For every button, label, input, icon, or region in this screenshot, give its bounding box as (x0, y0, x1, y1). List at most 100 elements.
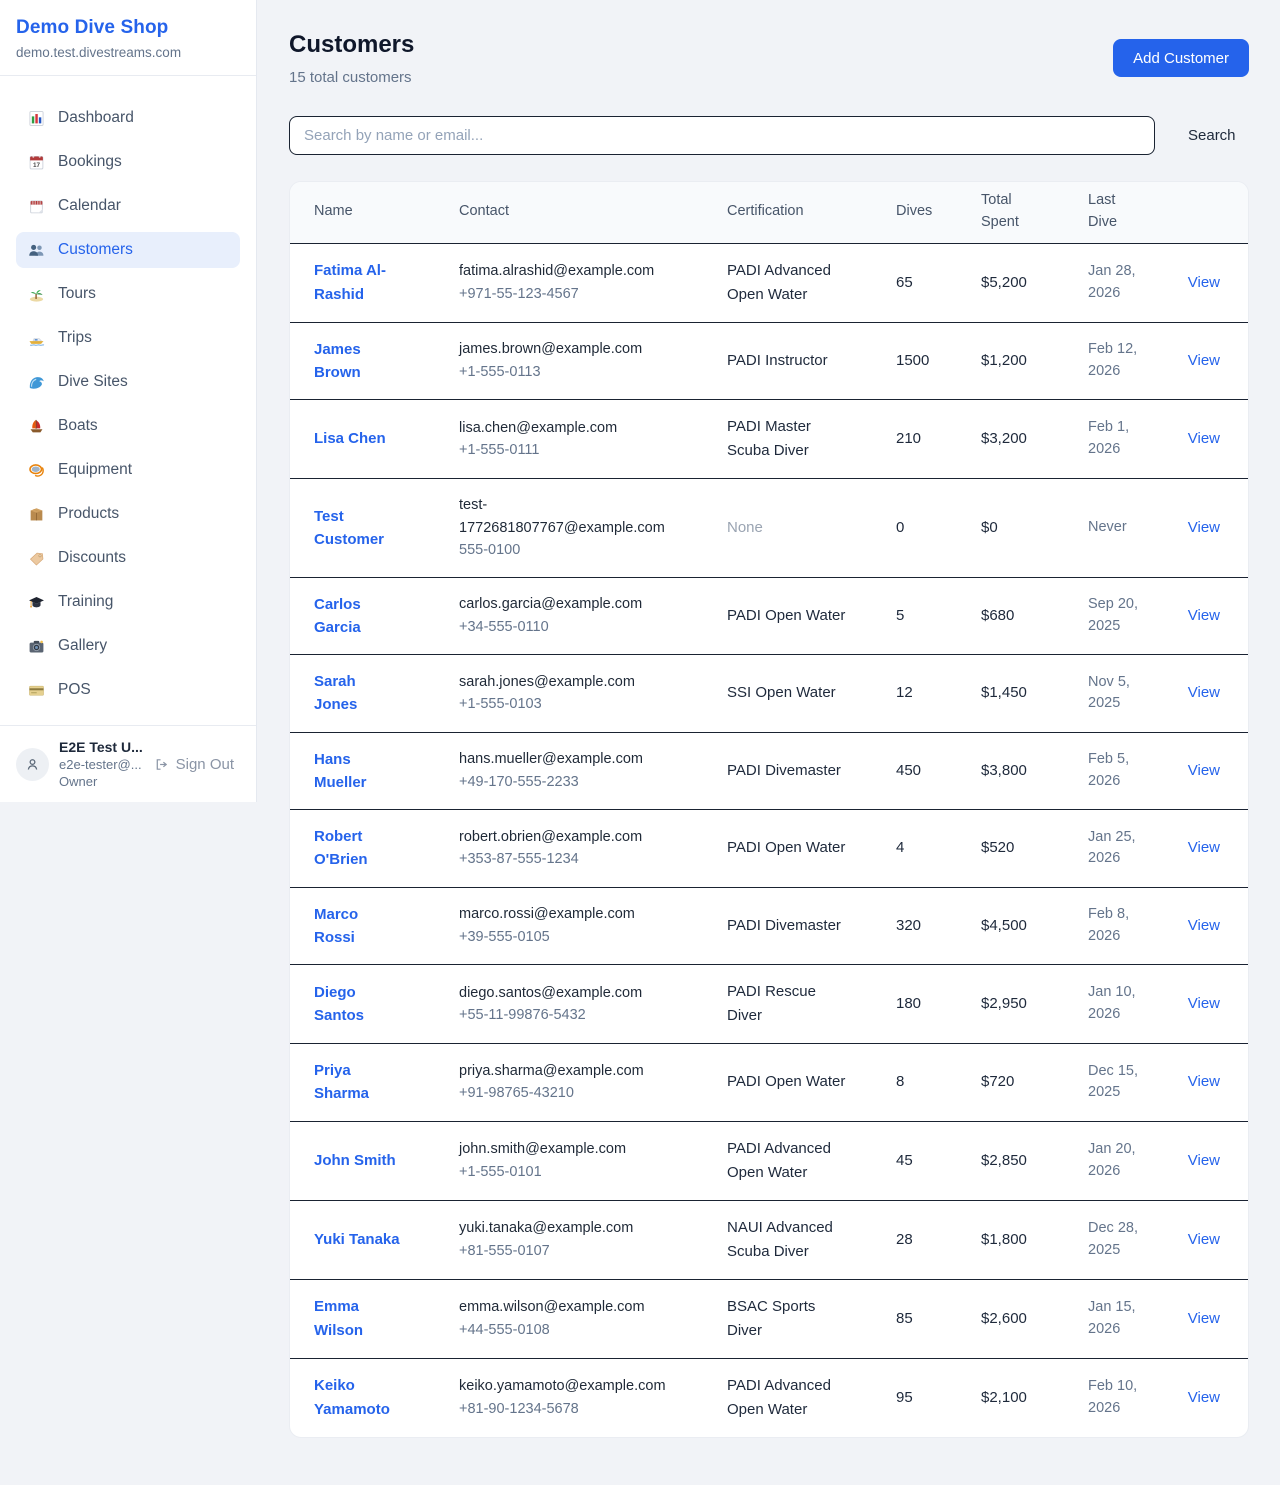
view-customer-link[interactable]: View (1188, 519, 1220, 536)
view-customer-link[interactable]: View (1188, 607, 1220, 624)
view-customer-link[interactable]: View (1188, 995, 1220, 1012)
sidebar-item-label: Products (58, 505, 119, 523)
sidebar-item-label: Training (58, 593, 113, 611)
table-header-row: Name Contact Certification Dives Total S… (290, 182, 1248, 244)
camera-icon (28, 638, 45, 655)
customer-name-link[interactable]: Yuki Tanaka (314, 1228, 400, 1251)
sidebar-item-label: Calendar (58, 197, 121, 215)
customer-name-link[interactable]: Keiko Yamamoto (314, 1374, 402, 1421)
sidebar-item-discounts[interactable]: Discounts (16, 540, 240, 576)
sidebar-item-label: Dashboard (58, 109, 134, 127)
customer-name-link[interactable]: Lisa Chen (314, 427, 386, 450)
user-name: E2E Test U... (59, 739, 138, 755)
table-row: Robert O'Brien robert.obrien@example.com… (290, 810, 1248, 888)
view-customer-link[interactable]: View (1188, 352, 1220, 369)
bookings-calendar-icon: 17 (28, 154, 45, 171)
sidebar-item-gallery[interactable]: Gallery (16, 628, 240, 664)
page-subtitle: 15 total customers (289, 69, 414, 86)
tag-icon (28, 550, 45, 567)
sidebar-item-label: Discounts (58, 549, 126, 567)
customer-certification: PADI Divemaster (727, 914, 841, 938)
sign-out-button[interactable]: Sign Out (148, 755, 240, 774)
customer-dives: 45 (896, 1152, 913, 1169)
customer-last-dive: Dec 15, 2025 (1088, 1061, 1148, 1105)
customer-dives: 210 (896, 430, 921, 447)
sidebar-item-tours[interactable]: Tours (16, 276, 240, 312)
customer-certification: PADI Open Water (727, 836, 845, 860)
customer-dives: 12 (896, 684, 913, 701)
customer-email: robert.obrien@example.com (459, 826, 667, 848)
sidebar-item-label: Bookings (58, 153, 122, 171)
customer-last-dive: Nov 5, 2025 (1088, 672, 1148, 716)
customer-name-link[interactable]: Test Customer (314, 505, 402, 552)
search-button[interactable]: Search (1182, 126, 1242, 145)
customer-name-link[interactable]: Robert O'Brien (314, 825, 402, 872)
customer-email: fatima.alrashid@example.com (459, 260, 667, 282)
view-customer-link[interactable]: View (1188, 684, 1220, 701)
sidebar-item-trips[interactable]: Trips (16, 320, 240, 356)
sidebar-item-label: Gallery (58, 637, 107, 655)
customer-name-link[interactable]: Fatima Al-Rashid (314, 259, 402, 306)
view-customer-link[interactable]: View (1188, 839, 1220, 856)
sidebar-item-dashboard[interactable]: Dashboard (16, 100, 240, 136)
customer-name-link[interactable]: Priya Sharma (314, 1059, 402, 1106)
customer-name-link[interactable]: Emma Wilson (314, 1295, 402, 1342)
customer-last-dive: Jan 15, 2026 (1088, 1297, 1148, 1341)
search-input[interactable] (289, 116, 1155, 155)
customer-name-link[interactable]: Hans Mueller (314, 748, 402, 795)
sidebar-item-dive-sites[interactable]: Dive Sites (16, 364, 240, 400)
user-email: e2e-tester@... (59, 757, 138, 772)
app-layout: Demo Dive Shop demo.test.divestreams.com… (0, 0, 1280, 1470)
wave-icon (28, 374, 45, 391)
customer-name-link[interactable]: Marco Rossi (314, 903, 402, 950)
view-customer-link[interactable]: View (1188, 917, 1220, 934)
sign-out-icon (154, 757, 169, 772)
people-icon (28, 242, 45, 259)
customer-name-link[interactable]: Diego Santos (314, 981, 402, 1028)
customer-name-link[interactable]: Sarah Jones (314, 670, 402, 717)
customer-dives: 8 (896, 1073, 904, 1090)
motorboat-icon (28, 330, 45, 347)
calendar-pad-icon (28, 198, 45, 215)
view-customer-link[interactable]: View (1188, 1231, 1220, 1248)
customers-table: Name Contact Certification Dives Total S… (289, 181, 1249, 1438)
column-header-total-spent: Total Spent (981, 190, 1088, 234)
customer-name-link[interactable]: Carlos Garcia (314, 593, 402, 640)
table-row: Emma Wilson emma.wilson@example.com +44-… (290, 1280, 1248, 1359)
customer-name-link[interactable]: John Smith (314, 1149, 396, 1172)
sidebar-item-bookings[interactable]: 17 Bookings (16, 144, 240, 180)
customer-total-spent: $2,850 (981, 1152, 1027, 1169)
customer-name-link[interactable]: James Brown (314, 338, 402, 385)
customer-phone: +39-555-0105 (459, 929, 550, 945)
add-customer-button[interactable]: Add Customer (1113, 39, 1249, 77)
sidebar-item-training[interactable]: Training (16, 584, 240, 620)
user-panel: E2E Test U... e2e-tester@... Owner Sign … (0, 725, 256, 802)
sidebar-item-products[interactable]: Products (16, 496, 240, 532)
view-customer-link[interactable]: View (1188, 1073, 1220, 1090)
view-customer-link[interactable]: View (1188, 1389, 1220, 1406)
customer-email: sarah.jones@example.com (459, 671, 667, 693)
view-customer-link[interactable]: View (1188, 1310, 1220, 1327)
customer-last-dive: Feb 10, 2026 (1088, 1376, 1148, 1420)
view-customer-link[interactable]: View (1188, 430, 1220, 447)
person-icon (24, 756, 41, 773)
sidebar-item-customers[interactable]: Customers (16, 232, 240, 268)
sidebar-item-calendar[interactable]: Calendar (16, 188, 240, 224)
customer-phone: +1-555-0101 (459, 1164, 542, 1180)
table-row: Fatima Al-Rashid fatima.alrashid@example… (290, 244, 1248, 323)
sidebar-item-equipment[interactable]: Equipment (16, 452, 240, 488)
view-customer-link[interactable]: View (1188, 274, 1220, 291)
sidebar-item-pos[interactable]: POS (16, 672, 240, 708)
customer-certification: PADI Instructor (727, 349, 828, 373)
motorboat-icon (28, 330, 45, 347)
view-customer-link[interactable]: View (1188, 762, 1220, 779)
customer-total-spent: $2,600 (981, 1310, 1027, 1327)
sidebar-item-label: Boats (58, 417, 98, 435)
sidebar-item-boats[interactable]: Boats (16, 408, 240, 444)
brand-domain: demo.test.divestreams.com (16, 45, 240, 60)
sidebar-item-label: Dive Sites (58, 373, 128, 391)
customer-dives: 85 (896, 1310, 913, 1327)
view-customer-link[interactable]: View (1188, 1152, 1220, 1169)
sidebar-item-label: POS (58, 681, 91, 699)
customer-dives: 0 (896, 519, 904, 536)
